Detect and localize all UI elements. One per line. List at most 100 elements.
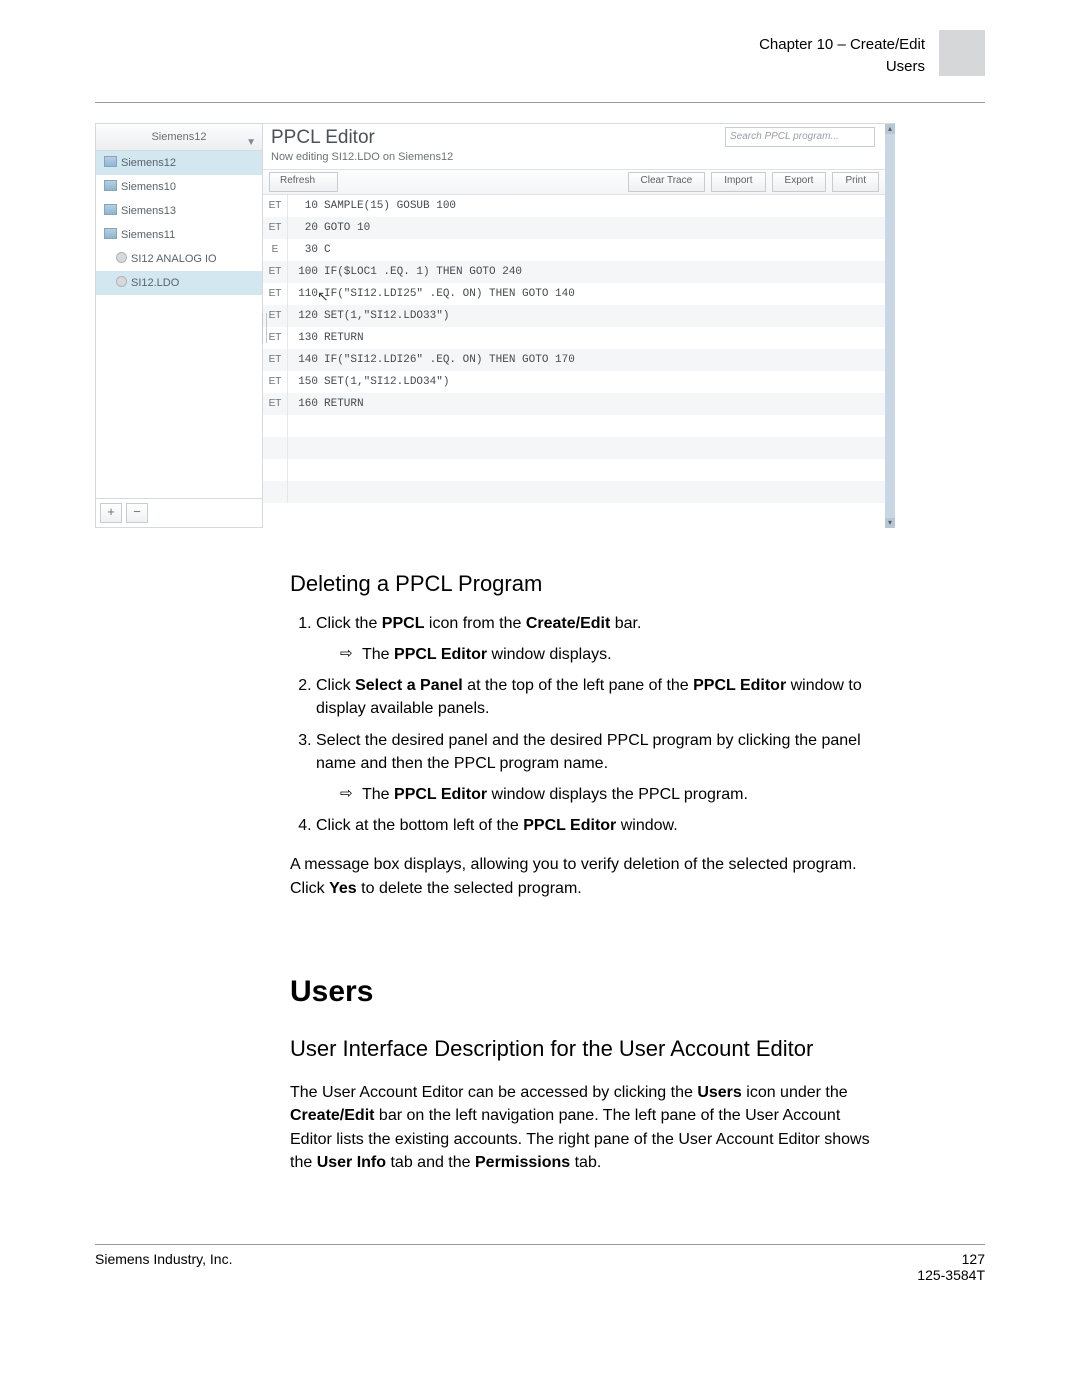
code-line-number: 120 — [288, 305, 324, 327]
document-body: Deleting a PPCL Program Click the PPCL i… — [290, 568, 885, 1174]
code-text: RETURN — [324, 327, 885, 349]
code-row[interactable]: E30C — [263, 239, 885, 261]
code-row[interactable] — [263, 459, 885, 481]
code-line-number: 160 — [288, 393, 324, 415]
code-row[interactable]: ET140IF("SI12.LDI26" .EQ. ON) THEN GOTO … — [263, 349, 885, 371]
chevron-down-icon: ▼ — [246, 130, 256, 156]
code-row[interactable] — [263, 415, 885, 437]
tree-item[interactable]: SI12 ANALOG IO — [96, 247, 262, 271]
code-status: E — [263, 239, 288, 261]
code-status: ET — [263, 371, 288, 393]
code-status — [263, 459, 288, 481]
editor-subtitle: Now editing SI12.LDO on Siemens12 — [263, 151, 885, 169]
code-line-number — [288, 415, 324, 437]
panel-select-dropdown[interactable]: Siemens12 ▼ — [96, 124, 262, 151]
footer-company: Siemens Industry, Inc. — [95, 1251, 232, 1283]
code-status: ET — [263, 349, 288, 371]
code-line-number: 140 — [288, 349, 324, 371]
scroll-up-icon[interactable]: ▴ — [885, 124, 895, 134]
code-status: ET — [263, 393, 288, 415]
code-text: GOTO 10 — [324, 217, 885, 239]
tree-item[interactable]: Siemens12 — [96, 151, 262, 175]
users-paragraph: The User Account Editor can be accessed … — [290, 1081, 885, 1174]
users-heading: Users — [290, 970, 885, 1014]
panel-tree: Siemens12 Siemens10 Siemens13 Siemens11 SI12… — [96, 151, 262, 498]
code-text — [324, 415, 885, 437]
import-button[interactable]: Import — [711, 172, 765, 192]
code-text: IF("SI12.LDI25" .EQ. ON) THEN GOTO 140 — [324, 283, 885, 305]
clear-trace-button[interactable]: Clear Trace — [628, 172, 706, 192]
code-line-number — [288, 437, 324, 459]
code-line-number: 100 — [288, 261, 324, 283]
code-status: ET — [263, 261, 288, 283]
footer-page-number: 127 — [917, 1251, 985, 1267]
code-status: ET — [263, 283, 288, 305]
tree-item[interactable]: Siemens10 — [96, 175, 262, 199]
delete-program-button[interactable]: − — [126, 503, 148, 523]
step-2: Click Select a Panel at the top of the l… — [316, 674, 885, 720]
code-line-number: 110 — [288, 283, 324, 305]
code-listing[interactable]: ET10SAMPLE(15) GOSUB 100ET20GOTO 10E30CE… — [263, 195, 885, 528]
code-status: ET — [263, 217, 288, 239]
code-line-number — [288, 481, 324, 503]
tree-item-label: Siemens13 — [121, 205, 176, 217]
tree-bottom-toolbar: + − — [96, 498, 262, 527]
users-subheading: User Interface Description for the User … — [290, 1033, 885, 1065]
tree-item-label: SI12 ANALOG IO — [131, 253, 217, 265]
tree-item[interactable]: Siemens13 — [96, 199, 262, 223]
code-status — [263, 481, 288, 503]
add-program-button[interactable]: + — [100, 503, 122, 523]
scroll-down-icon[interactable]: ▾ — [885, 518, 895, 528]
search-input[interactable]: Search PPCL program... — [725, 127, 875, 147]
section-label: Users — [886, 58, 925, 75]
step-1-result: The PPCL Editor window displays. — [316, 643, 885, 666]
code-row[interactable] — [263, 437, 885, 459]
pane-splitter-icon[interactable] — [262, 313, 267, 343]
export-button[interactable]: Export — [772, 172, 827, 192]
code-status — [263, 437, 288, 459]
delete-confirm-paragraph: A message box displays, allowing you to … — [290, 853, 885, 899]
code-row[interactable]: ET10SAMPLE(15) GOSUB 100 — [263, 195, 885, 217]
tree-item[interactable]: Siemens11 — [96, 223, 262, 247]
code-text: IF($LOC1 .EQ. 1) THEN GOTO 240 — [324, 261, 885, 283]
editor-title: PPCL Editor — [271, 127, 375, 149]
point-icon — [116, 276, 127, 287]
code-text: SET(1,"SI12.LDO33") — [324, 305, 885, 327]
code-line-number: 150 — [288, 371, 324, 393]
code-line-number: 10 — [288, 195, 324, 217]
code-line-number: 130 — [288, 327, 324, 349]
step-3: Select the desired panel and the desired… — [316, 729, 885, 807]
code-text — [324, 459, 885, 481]
refresh-button[interactable]: Refresh — [269, 172, 338, 192]
code-row[interactable]: ET130RETURN — [263, 327, 885, 349]
code-line-number: 20 — [288, 217, 324, 239]
code-status — [263, 415, 288, 437]
editor-pane: ▴ ▾ PPCL Editor Search PPCL program... N… — [263, 123, 895, 528]
delete-heading: Deleting a PPCL Program — [290, 568, 885, 600]
code-row[interactable]: ET150SET(1,"SI12.LDO34") — [263, 371, 885, 393]
tree-item[interactable]: SI12.LDO — [96, 271, 262, 295]
code-row[interactable]: ET160RETURN — [263, 393, 885, 415]
code-row[interactable] — [263, 481, 885, 503]
print-button[interactable]: Print — [832, 172, 879, 192]
delete-steps: Click the PPCL icon from the Create/Edit… — [290, 612, 885, 838]
point-icon — [116, 252, 127, 263]
page-footer: Siemens Industry, Inc. 127 125-3584T — [95, 1244, 985, 1283]
ppcl-editor-screenshot: Siemens12 ▼ Siemens12Siemens10Siemens13S… — [95, 123, 895, 528]
code-text: SET(1,"SI12.LDO34") — [324, 371, 885, 393]
editor-toolbar: Refresh Clear Trace Import Export Print — [263, 169, 885, 195]
code-row[interactable]: ET100IF($LOC1 .EQ. 1) THEN GOTO 240 — [263, 261, 885, 283]
code-row[interactable]: ET110IF("SI12.LDI25" .EQ. ON) THEN GOTO … — [263, 283, 885, 305]
tree-item-label: Siemens10 — [121, 181, 176, 193]
code-text — [324, 481, 885, 503]
code-line-number: 30 — [288, 239, 324, 261]
code-text: RETURN — [324, 393, 885, 415]
code-text: IF("SI12.LDI26" .EQ. ON) THEN GOTO 170 — [324, 349, 885, 371]
panel-icon — [104, 156, 117, 167]
chapter-text: Chapter 10 – Create/Edit — [759, 36, 925, 53]
code-row[interactable]: ET20GOTO 10 — [263, 217, 885, 239]
step-3-result: The PPCL Editor window displays the PPCL… — [316, 783, 885, 806]
code-status: ET — [263, 195, 288, 217]
code-text — [324, 437, 885, 459]
code-row[interactable]: ET120SET(1,"SI12.LDO33") — [263, 305, 885, 327]
